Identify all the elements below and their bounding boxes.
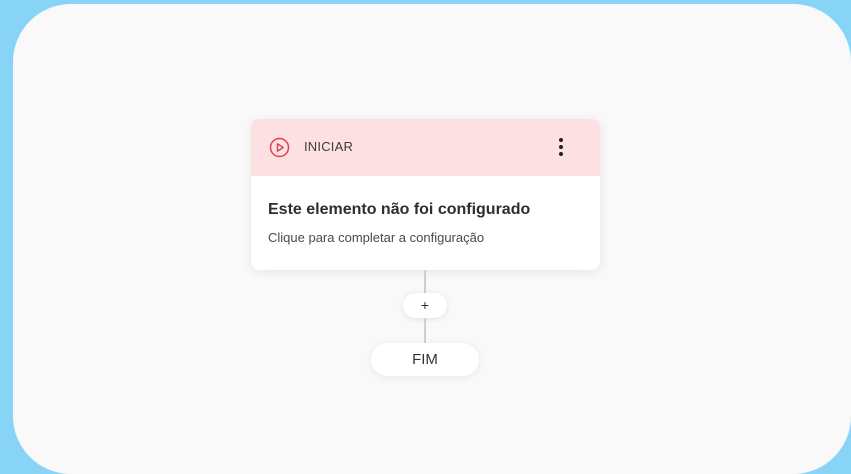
end-node: FIM [371,343,479,376]
start-node-title: Este elemento não foi configurado [268,201,531,218]
start-node-card[interactable]: INICIAR Este elemento não foi configurad… [251,119,600,270]
flow-canvas: INICIAR Este elemento não foi configurad… [13,4,851,474]
add-step-button[interactable]: + [403,293,447,318]
start-node-label: INICIAR [304,139,354,154]
start-node-header: INICIAR [251,119,600,176]
connector-line-top [424,270,426,293]
start-node-subtitle: Clique para completar a configuração [268,230,485,245]
play-circle-icon [269,137,290,158]
more-vertical-icon[interactable] [554,136,568,158]
connector-line-bottom [424,318,426,343]
